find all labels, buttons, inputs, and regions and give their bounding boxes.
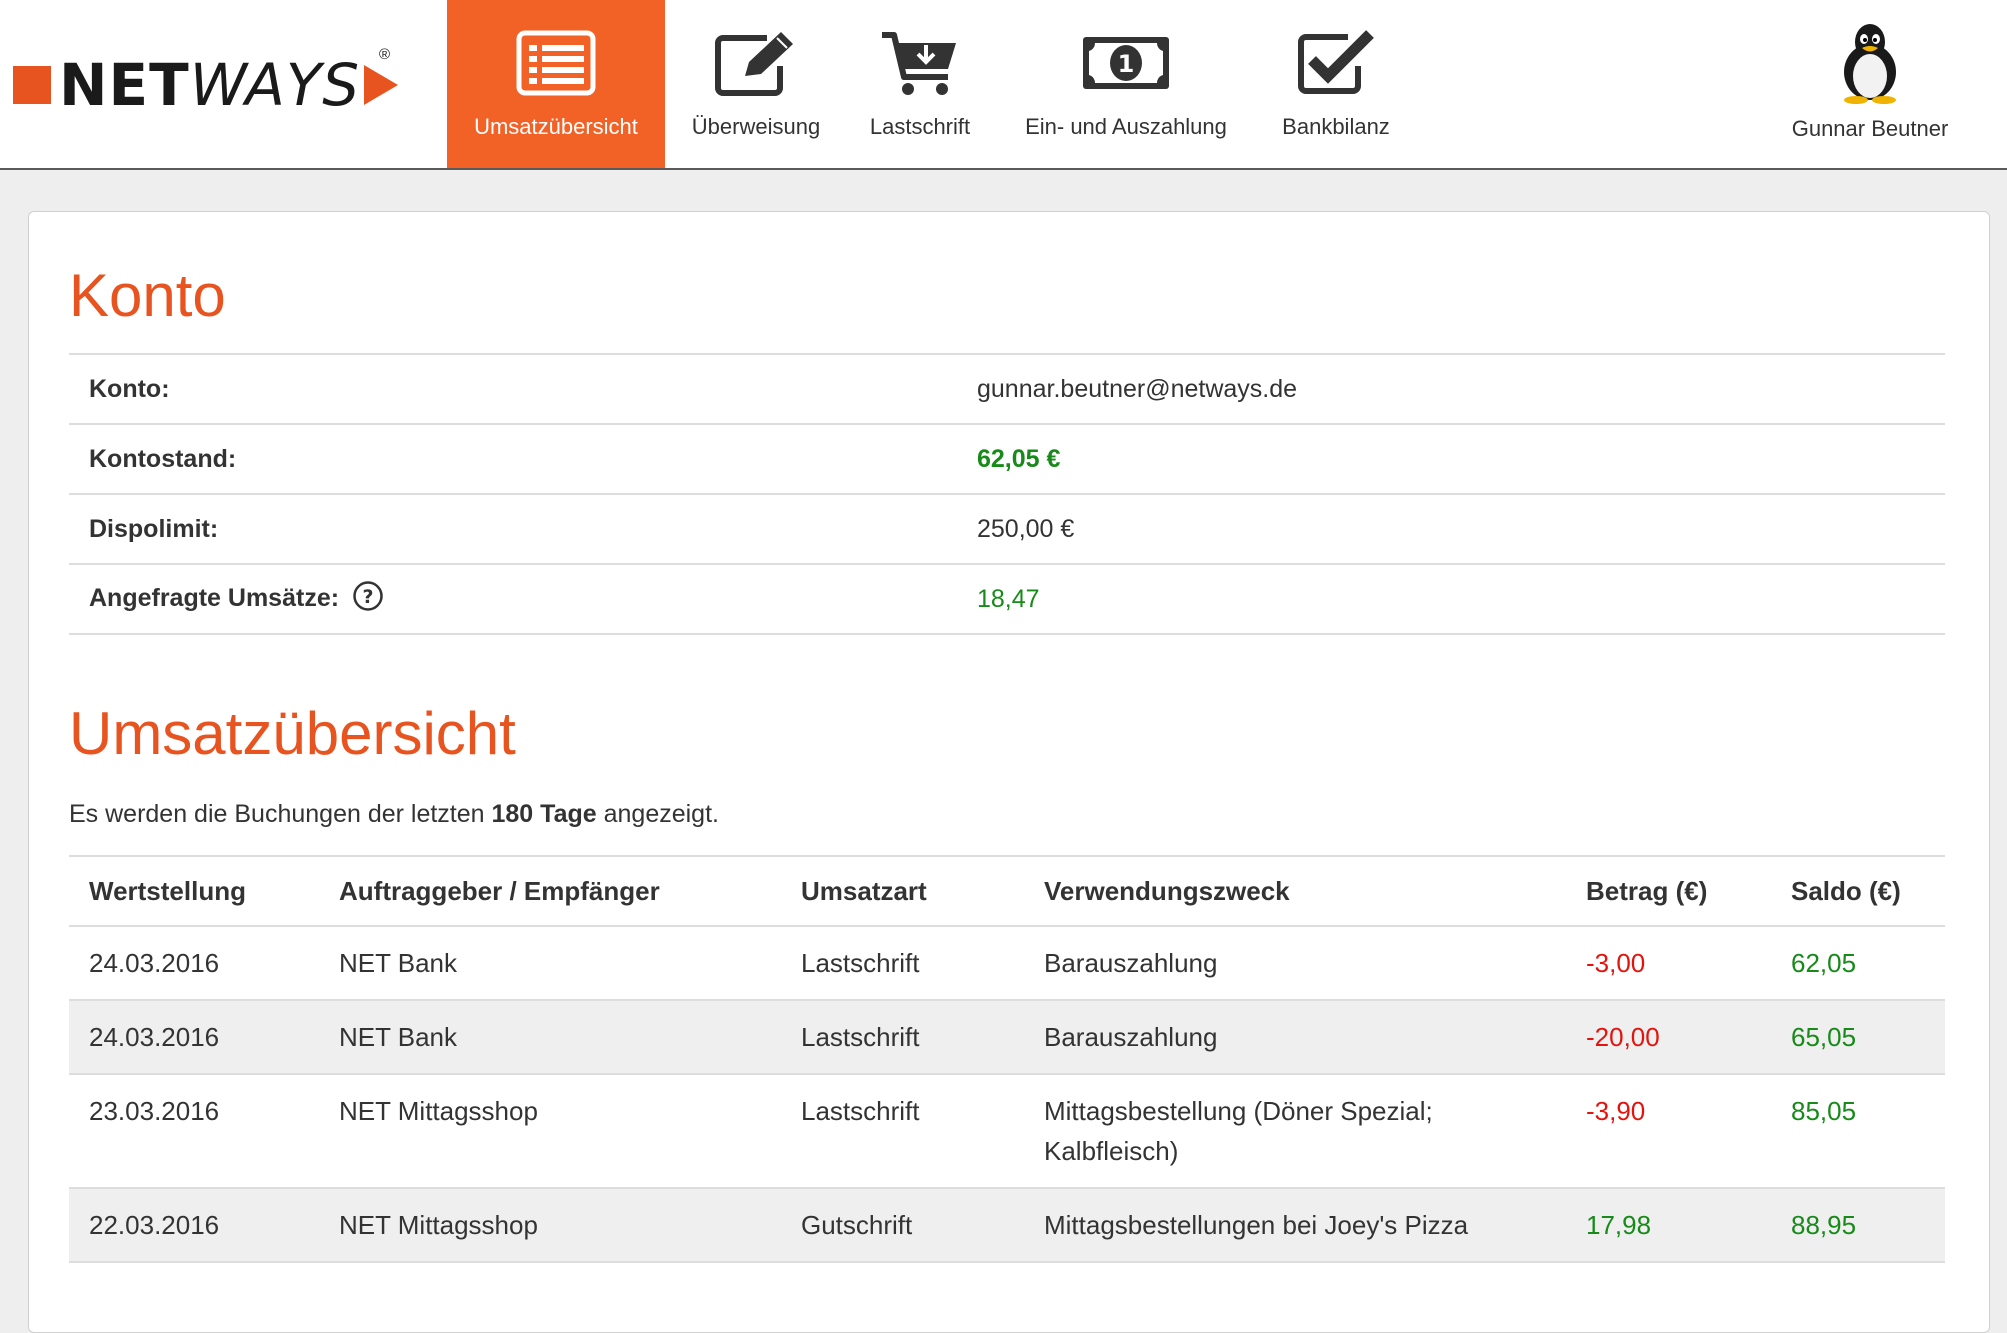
cell-amount: 17,98 bbox=[1566, 1188, 1771, 1263]
nav-item-ueberweisung[interactable]: Überweisung bbox=[680, 0, 832, 168]
overdraft-label: Dispolimit: bbox=[69, 494, 957, 565]
table-row: 24.03.2016 NET Bank Lastschrift Barausza… bbox=[69, 1000, 1945, 1075]
column-header[interactable]: Auftraggeber / Empfänger bbox=[319, 855, 781, 927]
account-value: gunnar.beutner@netways.de bbox=[957, 353, 1945, 425]
cell-type: Lastschrift bbox=[781, 926, 1024, 1001]
transactions-info: Es werden die Buchungen der letzten 180 … bbox=[69, 800, 719, 828]
account-row: Konto: gunnar.beutner@netways.de bbox=[69, 353, 1945, 425]
nav-item-bankbilanz[interactable]: Bankbilanz bbox=[1266, 0, 1406, 168]
cell-amount: -3,90 bbox=[1566, 1074, 1771, 1189]
checkbox-icon bbox=[1296, 28, 1376, 98]
cell-party: NET Bank bbox=[319, 1000, 781, 1075]
svg-text:1: 1 bbox=[1118, 50, 1135, 78]
top-navigation: NETWAYS ® Umsatzübersicht Überweisung La… bbox=[0, 0, 2007, 170]
requested-transactions-label: Angefragte Umsätze: bbox=[89, 583, 340, 612]
table-row: 22.03.2016 NET Mittagsshop Gutschrift Mi… bbox=[69, 1188, 1945, 1263]
logo-text: NETWAYS bbox=[59, 51, 361, 119]
cell-party: NET Bank bbox=[319, 926, 781, 1001]
cell-balance: 85,05 bbox=[1771, 1074, 1945, 1189]
column-header[interactable]: Wertstellung bbox=[69, 855, 319, 927]
nav-label: Lastschrift bbox=[869, 114, 971, 139]
main-panel: Konto Konto: gunnar.beutner@netways.de K… bbox=[28, 211, 1990, 1333]
netways-logo[interactable]: NETWAYS ® bbox=[13, 46, 399, 120]
nav-item-umsatzuebersicht[interactable]: Umsatzübersicht bbox=[447, 0, 665, 168]
transactions-title: Umsatzübersicht bbox=[69, 700, 516, 767]
nav-label: Umsatzübersicht bbox=[474, 114, 638, 139]
column-header[interactable]: Betrag (€) bbox=[1566, 855, 1771, 927]
cell-purpose: Mittagsbestellung (Döner Spezial; Kalbfl… bbox=[1024, 1074, 1566, 1189]
overdraft-value: 250,00 € bbox=[957, 494, 1945, 565]
cell-amount: -20,00 bbox=[1566, 1000, 1771, 1075]
edit-icon bbox=[715, 28, 797, 98]
table-row: 23.03.2016 NET Mittagsshop Lastschrift M… bbox=[69, 1074, 1945, 1189]
account-details-table: Konto: gunnar.beutner@netways.de Kontost… bbox=[69, 353, 1945, 635]
requested-transactions-value: 18,47 bbox=[957, 564, 1945, 635]
cell-date: 22.03.2016 bbox=[69, 1188, 319, 1263]
cell-balance: 65,05 bbox=[1771, 1000, 1945, 1075]
cell-type: Gutschrift bbox=[781, 1188, 1024, 1263]
list-icon bbox=[516, 28, 596, 98]
nav-label: Bankbilanz bbox=[1282, 114, 1390, 139]
cell-date: 24.03.2016 bbox=[69, 926, 319, 1001]
nav-label: Überweisung bbox=[691, 114, 821, 139]
nav-label: Ein- und Auszahlung bbox=[1025, 114, 1227, 139]
requested-transactions-row: Angefragte Umsätze: ? 18,47 bbox=[69, 564, 1945, 635]
svg-text:?: ? bbox=[363, 586, 374, 608]
cell-type: Lastschrift bbox=[781, 1074, 1024, 1189]
logo-arrow bbox=[364, 65, 399, 105]
account-title: Konto bbox=[69, 262, 226, 329]
cell-date: 24.03.2016 bbox=[69, 1000, 319, 1075]
column-header[interactable]: Saldo (€) bbox=[1771, 855, 1945, 927]
cell-amount: -3,00 bbox=[1566, 926, 1771, 1001]
nav-item-lastschrift[interactable]: Lastschrift bbox=[855, 0, 985, 168]
table-header-row: Wertstellung Auftraggeber / Empfänger Um… bbox=[69, 855, 1945, 927]
cell-date: 23.03.2016 bbox=[69, 1074, 319, 1189]
cell-party: NET Mittagsshop bbox=[319, 1188, 781, 1263]
cell-purpose: Barauszahlung bbox=[1024, 926, 1566, 1001]
nav-item-ein-und-auszahlung[interactable]: 1 Ein- und Auszahlung bbox=[1006, 0, 1246, 168]
requested-transactions-label-cell: Angefragte Umsätze: ? bbox=[69, 564, 957, 635]
balance-label: Kontostand: bbox=[69, 424, 957, 495]
cell-balance: 88,95 bbox=[1771, 1188, 1945, 1263]
logo-registered-mark: ® bbox=[379, 46, 391, 63]
cart-download-icon bbox=[880, 28, 960, 98]
cell-party: NET Mittagsshop bbox=[319, 1074, 781, 1189]
balance-row: Kontostand: 62,05 € bbox=[69, 424, 1945, 495]
cell-purpose: Mittagsbestellungen bei Joey's Pizza bbox=[1024, 1188, 1566, 1263]
logo-square bbox=[13, 66, 51, 104]
account-label: Konto: bbox=[69, 353, 957, 425]
cell-purpose: Barauszahlung bbox=[1024, 1000, 1566, 1075]
user-menu[interactable]: Gunnar Beutner bbox=[1760, 0, 1980, 168]
overdraft-row: Dispolimit: 250,00 € bbox=[69, 494, 1945, 565]
user-name: Gunnar Beutner bbox=[1791, 116, 1949, 141]
table-row: 24.03.2016 NET Bank Lastschrift Barausza… bbox=[69, 926, 1945, 1001]
column-header[interactable]: Verwendungszweck bbox=[1024, 855, 1566, 927]
column-header[interactable]: Umsatzart bbox=[781, 855, 1024, 927]
cell-balance: 62,05 bbox=[1771, 926, 1945, 1001]
balance-value: 62,05 € bbox=[957, 424, 1945, 495]
transactions-table: Wertstellung Auftraggeber / Empfänger Um… bbox=[69, 855, 1945, 1263]
cell-type: Lastschrift bbox=[781, 1000, 1024, 1075]
question-circle-icon[interactable]: ? bbox=[352, 580, 384, 619]
tux-avatar-icon bbox=[1839, 22, 1901, 104]
banknote-icon: 1 bbox=[1081, 28, 1171, 98]
